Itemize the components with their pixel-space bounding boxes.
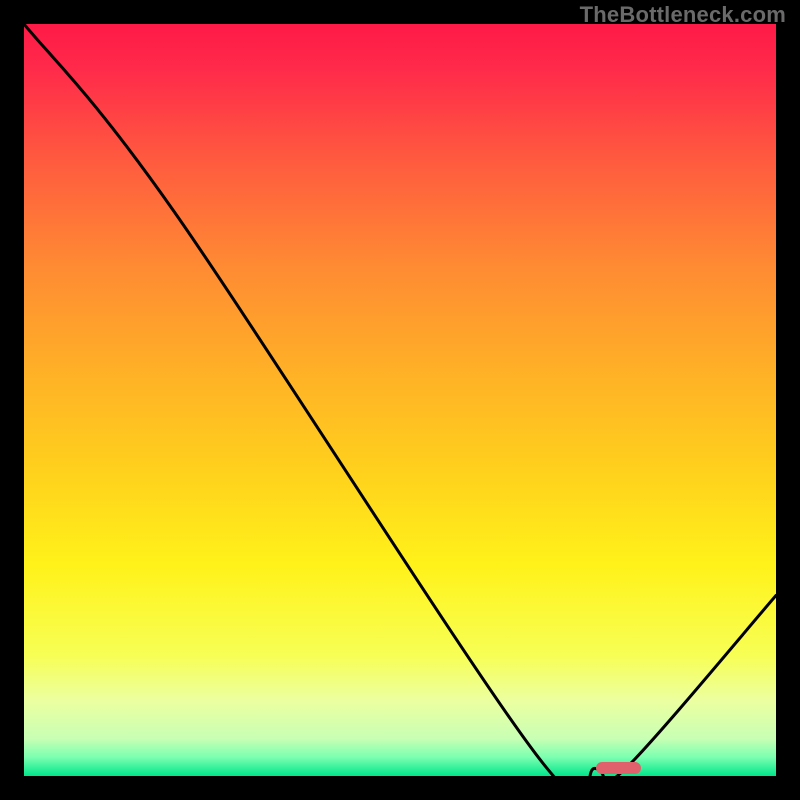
watermark-label: TheBottleneck.com <box>580 2 786 28</box>
chart-stage: TheBottleneck.com <box>0 0 800 800</box>
optimal-marker <box>596 762 641 774</box>
curve-layer <box>24 24 776 776</box>
bottleneck-curve <box>24 24 776 776</box>
plot-area <box>24 24 776 776</box>
